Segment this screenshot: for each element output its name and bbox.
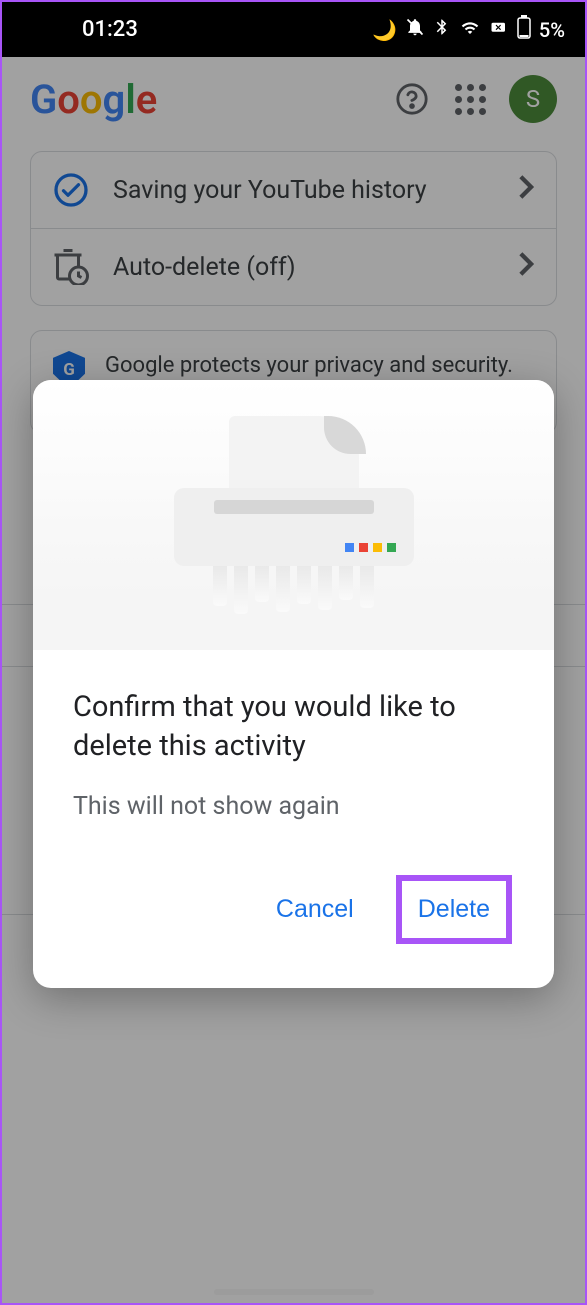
cancel-button[interactable]: Cancel <box>262 885 368 934</box>
dialog-title: Confirm that you would like to delete th… <box>73 688 514 766</box>
status-bar: 01:23 🌙 ✕ 5% <box>2 2 585 57</box>
dialog-subtitle: This will not show again <box>73 792 514 821</box>
status-icons: 🌙 ✕ 5% <box>372 15 565 44</box>
delete-button[interactable]: Delete <box>418 895 490 924</box>
shredder-illustration <box>33 380 554 650</box>
delete-button-highlight: Delete <box>396 875 512 944</box>
nav-handle[interactable] <box>214 1289 374 1295</box>
bell-off-icon <box>405 17 425 42</box>
status-time: 01:23 <box>22 17 138 42</box>
confirm-delete-dialog: Confirm that you would like to delete th… <box>33 380 554 988</box>
svg-text:✕: ✕ <box>495 23 502 33</box>
moon-icon: 🌙 <box>372 18 397 42</box>
battery-percent: 5% <box>539 18 565 42</box>
battery-icon <box>517 15 531 44</box>
battery-saver-icon: ✕ <box>489 18 509 42</box>
wifi-icon <box>459 18 481 42</box>
bluetooth-icon <box>433 17 451 42</box>
